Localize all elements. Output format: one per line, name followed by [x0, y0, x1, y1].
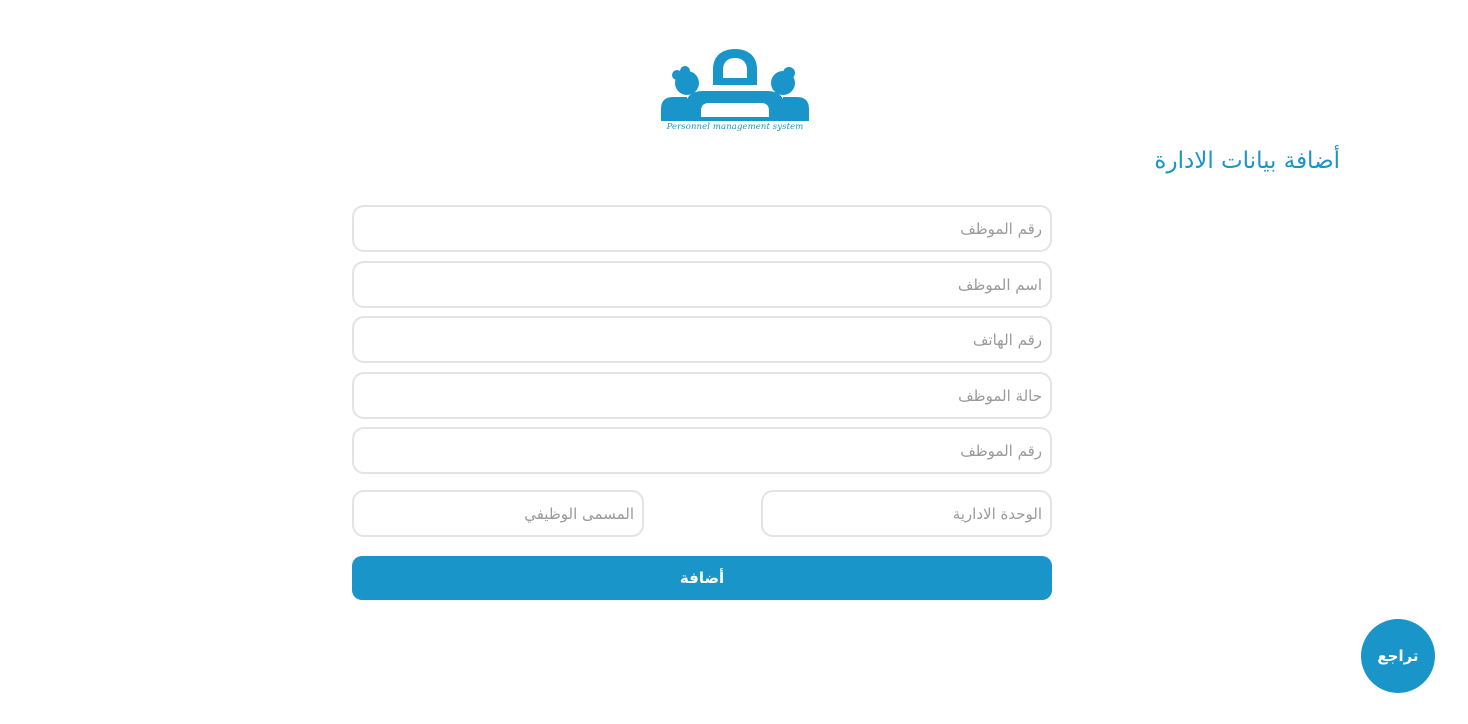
phone-number-input[interactable] [352, 316, 1052, 363]
administrative-unit-input[interactable] [761, 490, 1052, 537]
page-title: أضافة بيانات الادارة [1154, 148, 1340, 174]
employee-number-input-2[interactable] [352, 427, 1052, 474]
back-button[interactable]: تراجع [1361, 619, 1435, 693]
job-title-input[interactable] [352, 490, 644, 537]
employee-name-input[interactable] [352, 261, 1052, 308]
employee-status-input[interactable] [352, 372, 1052, 419]
people-group-icon [661, 49, 809, 121]
page: Personnel management system أضافة بيانات… [0, 0, 1468, 724]
add-button[interactable]: أضافة [352, 556, 1052, 600]
logo-caption: Personnel management system [666, 122, 804, 132]
logo: Personnel management system [655, 45, 815, 137]
employee-number-input[interactable] [352, 205, 1052, 252]
